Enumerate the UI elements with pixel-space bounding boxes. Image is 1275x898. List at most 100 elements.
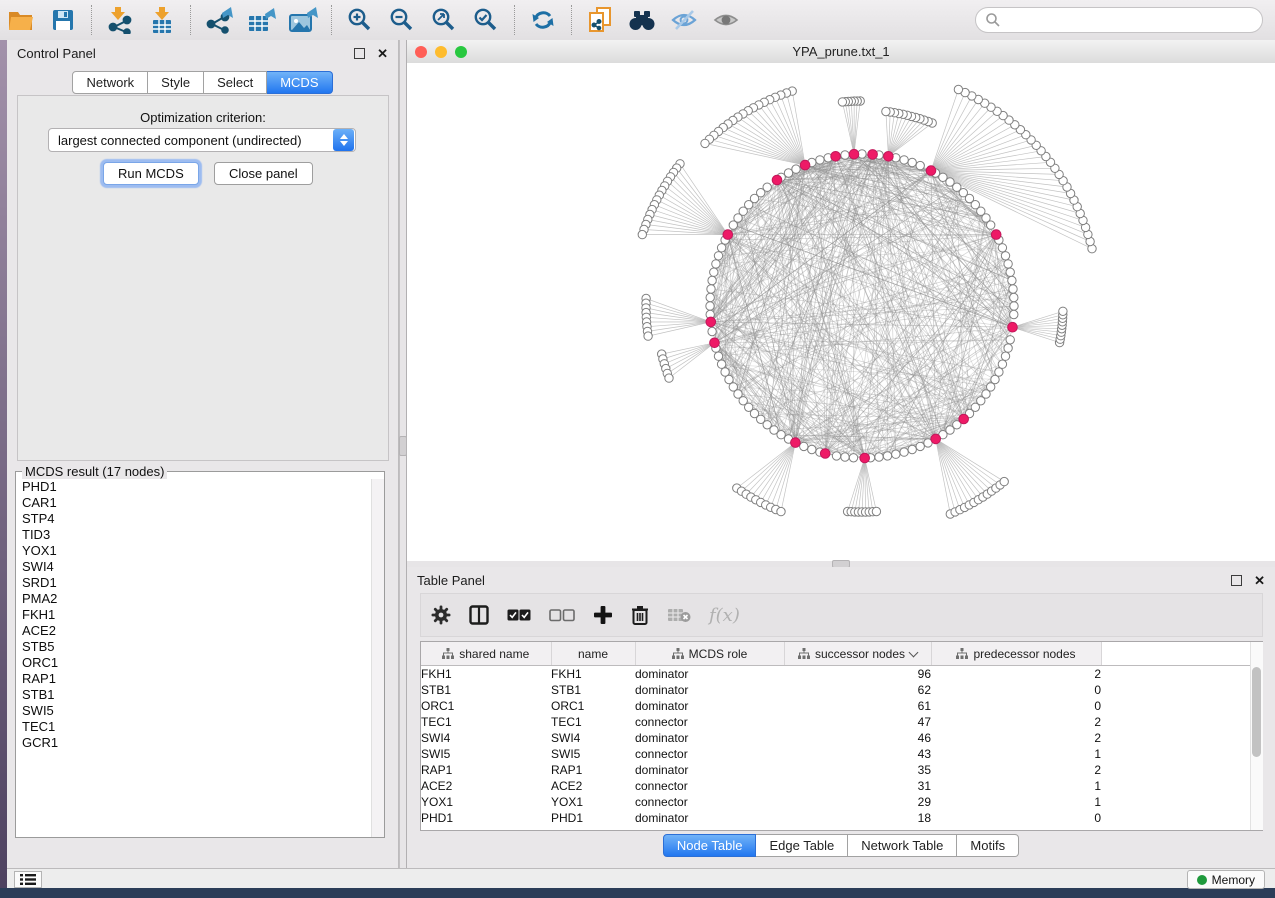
table-cell[interactable]: 46: [784, 730, 931, 746]
table-scrollbar-thumb[interactable]: [1252, 667, 1261, 757]
delete-table-icon[interactable]: [667, 607, 691, 623]
table-row[interactable]: FKH1FKH1dominator962: [421, 666, 1251, 683]
table-cell[interactable]: 0: [931, 698, 1101, 714]
import-table-button[interactable]: [144, 4, 180, 36]
search-field[interactable]: [975, 7, 1263, 33]
table-cell[interactable]: TEC1: [551, 714, 635, 730]
table-cell[interactable]: FKH1: [421, 666, 551, 683]
export-image-button[interactable]: [285, 4, 321, 36]
optimization-criterion-select[interactable]: largest connected component (undirected): [48, 128, 356, 152]
table-cell[interactable]: dominator: [635, 682, 784, 698]
column-header-successor-nodes[interactable]: successor nodes: [784, 642, 931, 666]
table-cell[interactable]: dominator: [635, 730, 784, 746]
tab-network[interactable]: Network: [72, 71, 148, 94]
table-cell[interactable]: 29: [784, 794, 931, 810]
mcds-result-item[interactable]: TEC1: [16, 719, 372, 735]
import-network-button[interactable]: [102, 4, 138, 36]
table-row[interactable]: RAP1RAP1dominator352: [421, 762, 1251, 778]
mcds-result-item[interactable]: CAR1: [16, 495, 372, 511]
select-all-icon[interactable]: [507, 609, 531, 622]
table-cell[interactable]: connector: [635, 746, 784, 762]
table-row[interactable]: YOX1YOX1connector291: [421, 794, 1251, 810]
network-graph[interactable]: [407, 63, 1275, 561]
mcds-result-item[interactable]: TID3: [16, 527, 372, 543]
table-cell[interactable]: RAP1: [551, 762, 635, 778]
mcds-result-item[interactable]: FKH1: [16, 607, 372, 623]
table-row[interactable]: PHD1PHD1dominator180: [421, 810, 1251, 826]
column-header-MCDS-role[interactable]: MCDS role: [635, 642, 784, 666]
table-cell[interactable]: 96: [784, 666, 931, 683]
show-all-button[interactable]: [708, 4, 744, 36]
function-builder-icon[interactable]: f(x): [709, 605, 740, 626]
table-cell[interactable]: STB1: [551, 682, 635, 698]
close-panel-button[interactable]: Close panel: [214, 162, 313, 185]
column-view-icon[interactable]: [469, 605, 489, 625]
table-cell[interactable]: TEC1: [421, 714, 551, 730]
column-header-name[interactable]: name: [551, 642, 635, 666]
mcds-result-item[interactable]: YOX1: [16, 543, 372, 559]
open-file-button[interactable]: [3, 4, 39, 36]
mcds-result-item[interactable]: ACE2: [16, 623, 372, 639]
table-cell[interactable]: 35: [784, 762, 931, 778]
table-cell[interactable]: 1: [931, 794, 1101, 810]
table-cell[interactable]: 0: [931, 810, 1101, 826]
table-cell[interactable]: 43: [784, 746, 931, 762]
mcds-result-item[interactable]: STB5: [16, 639, 372, 655]
table-row[interactable]: STB1STB1dominator620: [421, 682, 1251, 698]
table-row[interactable]: SWI4SWI4dominator462: [421, 730, 1251, 746]
gear-icon[interactable]: [431, 605, 451, 625]
zoom-in-button[interactable]: [342, 4, 378, 36]
mcds-result-item[interactable]: PHD1: [16, 479, 372, 495]
column-header-shared-name[interactable]: shared name: [421, 642, 551, 666]
float-panel-icon[interactable]: [1231, 575, 1242, 586]
tab-motifs[interactable]: Motifs: [957, 834, 1019, 857]
table-cell[interactable]: STB1: [421, 682, 551, 698]
table-cell[interactable]: FKH1: [551, 666, 635, 683]
mcds-result-item[interactable]: RAP1: [16, 671, 372, 687]
table-cell[interactable]: PHD1: [551, 810, 635, 826]
hide-selected-button[interactable]: [666, 4, 702, 36]
table-cell[interactable]: 1: [931, 746, 1101, 762]
mcds-result-item[interactable]: STB1: [16, 687, 372, 703]
table-cell[interactable]: 62: [784, 682, 931, 698]
table-cell[interactable]: ORC1: [421, 698, 551, 714]
mcds-result-item[interactable]: STP4: [16, 511, 372, 527]
close-panel-icon[interactable]: ✕: [1254, 574, 1265, 587]
memory-button[interactable]: Memory: [1187, 870, 1265, 889]
tab-select[interactable]: Select: [204, 71, 267, 94]
refresh-button[interactable]: [525, 4, 561, 36]
network-canvas[interactable]: [407, 63, 1275, 561]
show-panels-button[interactable]: [14, 871, 42, 888]
table-row[interactable]: SWI5SWI5connector431: [421, 746, 1251, 762]
table-cell[interactable]: SWI4: [421, 730, 551, 746]
save-session-button[interactable]: [45, 4, 81, 36]
table-cell[interactable]: 61: [784, 698, 931, 714]
table-cell[interactable]: YOX1: [551, 794, 635, 810]
table-cell[interactable]: PHD1: [421, 810, 551, 826]
mcds-result-list[interactable]: PHD1CAR1STP4TID3YOX1SWI4SRD1PMA2FKH1ACE2…: [16, 479, 372, 837]
mcds-result-item[interactable]: ORC1: [16, 655, 372, 671]
table-cell[interactable]: SWI5: [421, 746, 551, 762]
table-cell[interactable]: RAP1: [421, 762, 551, 778]
column-header-predecessor-nodes[interactable]: predecessor nodes: [931, 642, 1101, 666]
tab-mcds[interactable]: MCDS: [267, 71, 332, 94]
tab-style[interactable]: Style: [148, 71, 204, 94]
tab-network-table[interactable]: Network Table: [848, 834, 957, 857]
tab-node-table[interactable]: Node Table: [663, 834, 757, 857]
mcds-result-item[interactable]: PMA2: [16, 591, 372, 607]
table-cell[interactable]: connector: [635, 778, 784, 794]
mcds-result-item[interactable]: SWI4: [16, 559, 372, 575]
table-row[interactable]: ACE2ACE2connector311: [421, 778, 1251, 794]
mcds-result-item[interactable]: SWI5: [16, 703, 372, 719]
table-cell[interactable]: SWI5: [551, 746, 635, 762]
table-cell[interactable]: dominator: [635, 698, 784, 714]
table-row[interactable]: TEC1TEC1connector472: [421, 714, 1251, 730]
mcds-result-item[interactable]: GCR1: [16, 735, 372, 751]
table-cell[interactable]: 0: [931, 682, 1101, 698]
table-cell[interactable]: ACE2: [551, 778, 635, 794]
table-cell[interactable]: SWI4: [551, 730, 635, 746]
zoom-out-button[interactable]: [384, 4, 420, 36]
first-neighbors-button[interactable]: [624, 4, 660, 36]
table-row[interactable]: ORC1ORC1dominator610: [421, 698, 1251, 714]
table-cell[interactable]: connector: [635, 714, 784, 730]
